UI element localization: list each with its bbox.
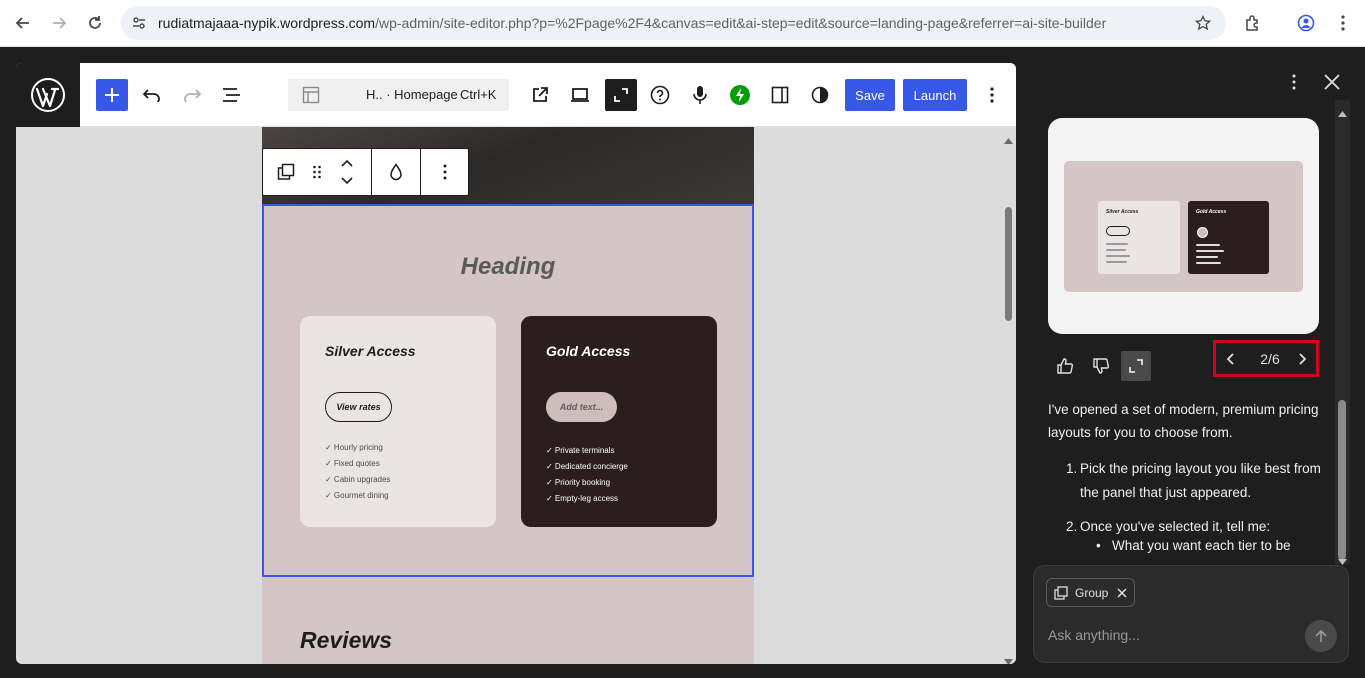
browser-menu-icon[interactable] bbox=[1331, 11, 1355, 35]
wordpress-logo-icon[interactable] bbox=[16, 63, 80, 127]
list-item: ✓ Private terminals bbox=[546, 446, 615, 455]
list-item: ✓ Hourly pricing bbox=[325, 443, 383, 452]
close-panel-icon[interactable] bbox=[1320, 70, 1344, 94]
preview-thumbnail: Silver Access Gold Access bbox=[1064, 161, 1303, 292]
move-up-down-icon[interactable] bbox=[334, 152, 360, 192]
chevron-left-icon[interactable] bbox=[1221, 349, 1241, 369]
settings-sidebar-icon[interactable] bbox=[766, 81, 794, 109]
pager-count: 2/6 bbox=[1260, 351, 1280, 367]
fullscreen-toggle-icon[interactable] bbox=[605, 79, 637, 111]
thumbs-up-icon[interactable] bbox=[1050, 351, 1080, 381]
chip-label: Group bbox=[1075, 586, 1109, 600]
view-external-icon[interactable] bbox=[526, 81, 554, 109]
feature-list: ✓ Private terminals ✓ Dedicated concierg… bbox=[546, 443, 628, 507]
undo-icon[interactable] bbox=[138, 81, 166, 109]
reviews-heading[interactable]: Reviews bbox=[300, 627, 392, 654]
jetpack-boost-icon[interactable] bbox=[726, 81, 754, 109]
list-item: ✓ Fixed quotes bbox=[325, 459, 380, 468]
context-chip[interactable]: Group bbox=[1046, 578, 1135, 607]
color-drop-icon[interactable] bbox=[383, 159, 409, 185]
browser-toolbar: rudiatmajaaa-nypik.wordpress.com/wp-admi… bbox=[0, 0, 1365, 47]
url-text: rudiatmajaaa-nypik.wordpress.com/wp-admi… bbox=[158, 15, 1107, 31]
toolbar-divider bbox=[371, 149, 372, 195]
send-button[interactable] bbox=[1305, 620, 1337, 652]
preview-silver-card: Silver Access bbox=[1098, 201, 1180, 274]
list-item: ✓ Cabin upgrades bbox=[325, 475, 391, 484]
list-item: ✓ Dedicated concierge bbox=[546, 462, 628, 471]
address-bar[interactable]: rudiatmajaaa-nypik.wordpress.com/wp-admi… bbox=[121, 6, 1226, 40]
list-item: ✓ Priority booking bbox=[546, 478, 611, 487]
panel-scrollbar[interactable] bbox=[1335, 100, 1350, 565]
layout-preview-card[interactable]: Silver Access Gold Access bbox=[1048, 118, 1319, 334]
assistant-message: I've opened a set of modern, premium pri… bbox=[1048, 402, 1319, 440]
command-palette-bar[interactable]: H.. · Homepage Ctrl+K bbox=[288, 79, 509, 111]
list-item: ✓ Empty-leg access bbox=[546, 494, 619, 503]
scrollbar-thumb[interactable] bbox=[1338, 400, 1346, 560]
section-heading[interactable]: Heading bbox=[262, 253, 754, 281]
card-title[interactable]: Silver Access bbox=[325, 343, 416, 359]
profile-icon[interactable] bbox=[1294, 11, 1318, 35]
thumbs-down-icon[interactable] bbox=[1086, 351, 1116, 381]
template-icon bbox=[302, 86, 320, 109]
block-inserter-button[interactable] bbox=[96, 79, 128, 111]
gold-pricing-card[interactable]: Gold Access Add text... ✓ Private termin… bbox=[521, 316, 717, 527]
document-overview-icon[interactable] bbox=[218, 81, 246, 109]
block-options-icon[interactable] bbox=[432, 159, 458, 185]
expand-preview-icon[interactable] bbox=[1121, 351, 1151, 381]
view-rates-button[interactable]: View rates bbox=[325, 392, 392, 422]
keyboard-shortcut: Ctrl+K bbox=[460, 87, 497, 102]
editor-canvas[interactable]: Heading Silver Access View rates ✓ Hourl… bbox=[262, 127, 754, 664]
launch-button[interactable]: Launch bbox=[903, 79, 967, 111]
help-icon[interactable] bbox=[646, 81, 674, 109]
styles-icon[interactable] bbox=[806, 81, 834, 109]
add-text-button[interactable]: Add text... bbox=[546, 392, 617, 422]
toolbar-divider bbox=[420, 149, 421, 195]
document-title: H.. · Homepage bbox=[366, 87, 458, 102]
extensions-icon[interactable] bbox=[1241, 11, 1265, 35]
group-block-icon bbox=[1054, 586, 1068, 600]
preview-gold-card: Gold Access bbox=[1188, 201, 1269, 274]
drag-handle-icon[interactable] bbox=[304, 159, 330, 185]
scroll-up-icon[interactable] bbox=[1004, 131, 1013, 149]
canvas-scrollbar[interactable] bbox=[1001, 127, 1016, 664]
site-settings-icon[interactable] bbox=[127, 11, 151, 35]
options-menu-icon[interactable] bbox=[978, 81, 1006, 109]
block-toolbar bbox=[262, 148, 469, 196]
site-editor: H.. · Homepage Ctrl+K Save Launch Headin… bbox=[16, 63, 1016, 664]
redo-icon[interactable] bbox=[178, 81, 206, 109]
reload-icon[interactable] bbox=[83, 11, 107, 35]
panel-options-icon[interactable] bbox=[1284, 70, 1304, 94]
save-button[interactable]: Save bbox=[845, 79, 895, 111]
bullet-icon: • bbox=[1096, 538, 1101, 553]
device-preview-icon[interactable] bbox=[566, 81, 594, 109]
bullet-item: What you want each tier to be bbox=[1112, 538, 1291, 553]
remove-chip-icon[interactable] bbox=[1115, 586, 1129, 600]
ask-input[interactable] bbox=[1048, 624, 1298, 646]
bookmark-star-icon[interactable] bbox=[1191, 11, 1215, 35]
editor-header: H.. · Homepage Ctrl+K Save Launch bbox=[80, 63, 1016, 127]
microphone-icon[interactable] bbox=[686, 81, 714, 109]
card-title[interactable]: Gold Access bbox=[546, 343, 630, 359]
forward-arrow-icon[interactable] bbox=[47, 11, 71, 35]
back-arrow-icon[interactable] bbox=[11, 11, 35, 35]
assistant-steps: 1. Pick the pricing layout you like best… bbox=[1066, 457, 1332, 539]
chat-input-card: Group bbox=[1033, 565, 1349, 663]
scroll-down-icon[interactable] bbox=[1004, 652, 1013, 664]
list-item: 1. Pick the pricing layout you like best… bbox=[1066, 461, 1321, 500]
layout-pager: 2/6 bbox=[1213, 340, 1319, 377]
list-item: ✓ Gourmet dining bbox=[325, 491, 389, 500]
chevron-right-icon[interactable] bbox=[1292, 349, 1312, 369]
scroll-up-icon[interactable] bbox=[1338, 104, 1347, 122]
feature-list: ✓ Hourly pricing ✓ Fixed quotes ✓ Cabin … bbox=[325, 440, 390, 504]
silver-pricing-card[interactable]: Silver Access View rates ✓ Hourly pricin… bbox=[300, 316, 496, 527]
scrollbar-thumb[interactable] bbox=[1005, 207, 1012, 321]
group-block-icon[interactable] bbox=[273, 159, 299, 185]
